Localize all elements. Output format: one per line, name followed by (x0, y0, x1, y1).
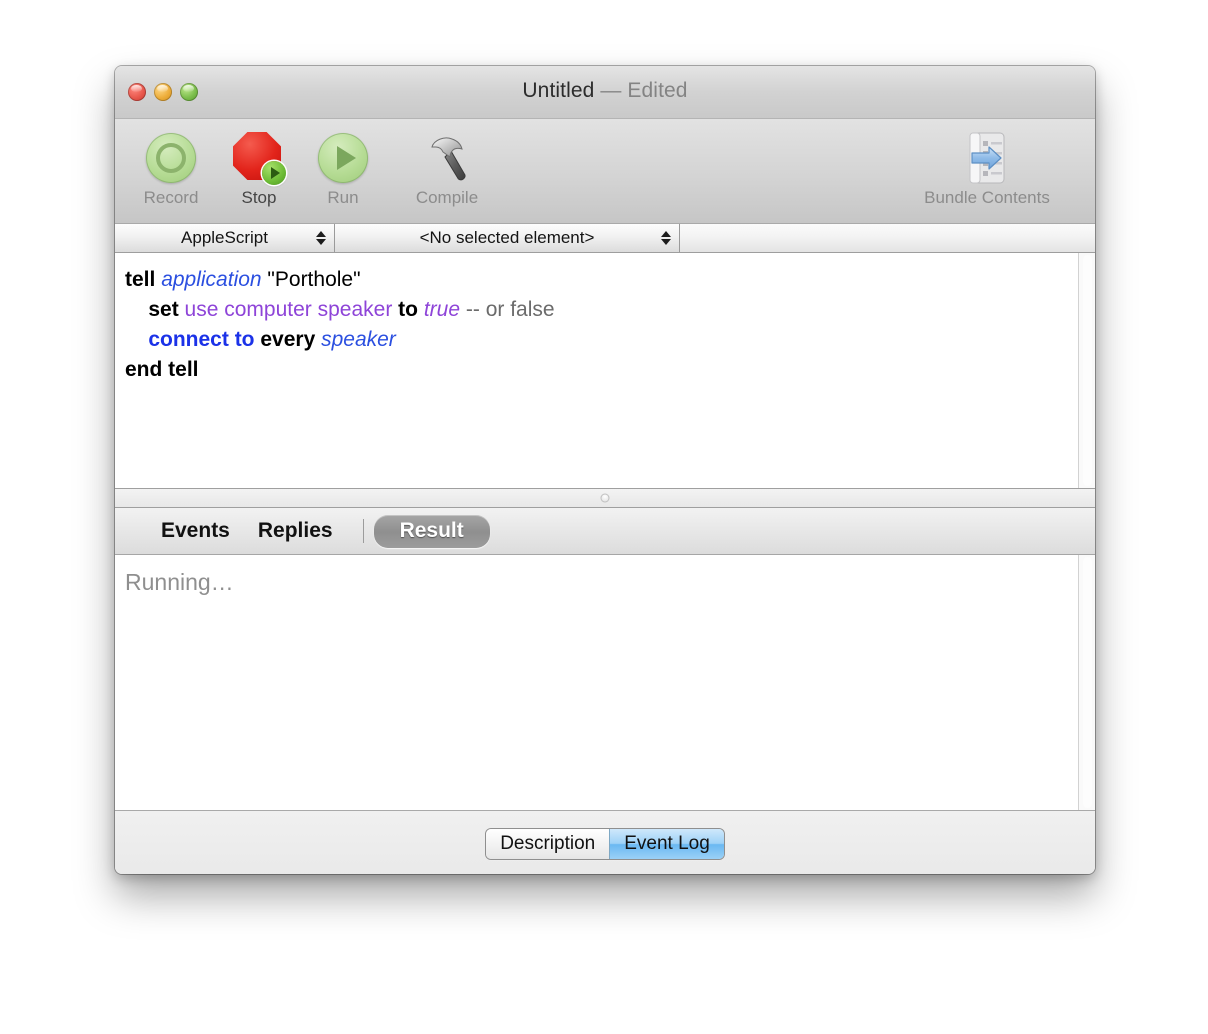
bottom-segmented-control: Description Event Log (486, 829, 724, 859)
script-token: use computer speaker (184, 298, 393, 321)
script-token: application (161, 268, 262, 291)
window-title-document: Untitled (522, 79, 595, 102)
script-line: tell application "Porthole" (125, 265, 1095, 295)
tab-separator (362, 519, 364, 543)
window-title-separator: — (594, 79, 628, 102)
script-editor-window: Untitled — Edited Record Stop Run Compil… (115, 66, 1095, 874)
result-vertical-scrollbar[interactable] (1078, 555, 1095, 810)
script-line: set use computer speaker to true -- or f… (125, 295, 1095, 325)
bottom-bar: Description Event Log (115, 810, 1095, 874)
hammer-icon (387, 127, 507, 189)
script-token: tell (125, 268, 156, 291)
language-popup-label: AppleScript (181, 228, 268, 247)
window-titlebar: Untitled — Edited (115, 66, 1095, 119)
toolbar: Record Stop Run Compile Bundle Contents (115, 119, 1095, 224)
segment-event-log[interactable]: Event Log (609, 829, 724, 859)
navigation-bar-filler (680, 224, 1095, 252)
tab-events[interactable]: Events (147, 519, 244, 543)
toolbar-label-record: Record (143, 188, 199, 207)
stop-icon (211, 127, 307, 189)
script-token: to (398, 298, 418, 321)
script-token: true (423, 298, 461, 321)
record-icon (123, 127, 219, 189)
editor-vertical-scrollbar[interactable] (1078, 253, 1095, 488)
splitter-handle-icon[interactable] (600, 493, 610, 503)
script-token: -- or false (465, 298, 555, 321)
script-token: set (148, 298, 179, 321)
script-token: "Porthole" (261, 268, 361, 291)
toolbar-label-bundle-contents: Bundle Contents (924, 188, 1050, 207)
script-token (125, 298, 148, 321)
toolbar-label-run: Run (327, 188, 359, 207)
segment-description[interactable]: Description (486, 829, 610, 859)
toolbar-label-compile: Compile (415, 188, 479, 207)
script-token: end tell (125, 358, 199, 381)
result-tab-bar: Events Replies Result (115, 508, 1095, 555)
script-source-text[interactable]: tell application "Porthole" set use comp… (115, 253, 1095, 385)
script-token: connect to (148, 328, 255, 351)
chevron-updown-icon (661, 231, 671, 245)
script-line: connect to every speaker (125, 325, 1095, 355)
language-popup-button[interactable]: AppleScript (115, 224, 335, 252)
running-badge-icon (262, 161, 286, 185)
toolbar-button-record[interactable]: Record (123, 127, 219, 208)
window-title-state: Edited (627, 79, 688, 102)
chevron-updown-icon (316, 231, 326, 245)
script-token: speaker (321, 328, 396, 351)
tab-result[interactable]: Result (373, 514, 490, 548)
bundle-contents-icon (887, 127, 1087, 189)
script-line: end tell (125, 355, 1095, 385)
element-popup-button[interactable]: <No selected element> (335, 224, 680, 252)
toolbar-button-compile[interactable]: Compile (387, 127, 507, 208)
toolbar-button-run[interactable]: Run (295, 127, 391, 208)
script-token: every (260, 328, 316, 351)
window-title: Untitled — Edited (115, 79, 1095, 103)
tab-replies[interactable]: Replies (244, 519, 347, 543)
toolbar-label-stop: Stop (241, 188, 277, 207)
script-editor-pane[interactable]: tell application "Porthole" set use comp… (115, 253, 1095, 488)
toolbar-button-bundle-contents[interactable]: Bundle Contents (887, 127, 1087, 208)
run-icon (295, 127, 391, 189)
pane-splitter[interactable] (115, 488, 1095, 508)
script-token (125, 328, 148, 351)
element-popup-label: <No selected element> (419, 228, 595, 247)
result-status-text: Running… (125, 569, 234, 595)
result-pane[interactable]: Running… (115, 555, 1095, 810)
navigation-bar: AppleScript <No selected element> (115, 224, 1095, 253)
toolbar-button-stop[interactable]: Stop (211, 127, 307, 208)
